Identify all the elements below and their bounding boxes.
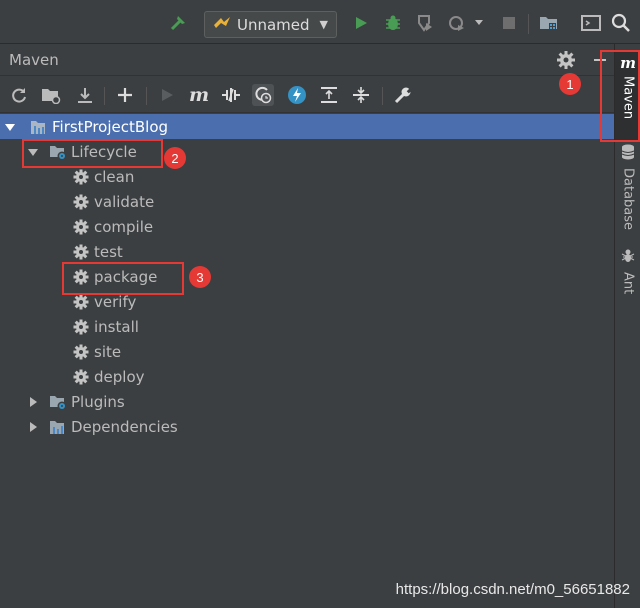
search-icon[interactable] [610,12,632,34]
right-tool-window-bar: m Maven Database Ant [600,44,640,608]
project-structure-icon[interactable] [538,12,560,34]
goal-label: deploy [94,367,145,386]
collapse-all-icon[interactable] [350,84,372,106]
gear-icon [72,168,90,186]
chevron-down-icon: ▼ [319,18,328,31]
maven-toolbar: m [0,77,614,113]
run-config-label: Unnamed [237,15,310,34]
tree-item-project[interactable]: FirstProjectBlog [0,114,614,139]
debug-icon[interactable] [382,12,404,34]
gear-icon [72,243,90,261]
tree-item-dependencies[interactable]: Dependencies [0,414,614,439]
main-toolbar: Unnamed ▼ [0,0,640,44]
plugins-label: Plugins [71,392,125,411]
expand-arrow-icon[interactable] [4,121,16,133]
tab-database[interactable]: Database [615,144,640,230]
plugins-folder-icon [49,393,67,411]
annotation-badge-2: 2 [164,147,186,169]
gear-icon [72,368,90,386]
goal-label: clean [94,167,135,186]
tree-item-goal-site[interactable]: site [0,339,614,364]
annotation-box-maven-tab [600,50,640,142]
goal-label: validate [94,192,155,211]
tree-item-plugins[interactable]: Plugins [0,389,614,414]
gear-icon [72,318,90,336]
annotation-badge-3: 3 [189,266,211,288]
generate-sources-icon[interactable] [40,84,62,106]
toggle-offline-icon[interactable] [220,84,242,106]
goal-label: verify [94,292,137,311]
tree-item-goal-compile[interactable]: compile [0,214,614,239]
run-configuration-select[interactable]: Unnamed ▼ [204,11,337,38]
maven-module-icon [30,118,48,136]
tree-item-goal-install[interactable]: install [0,314,614,339]
gear-icon [72,218,90,236]
tree-item-goal-test[interactable]: test [0,239,614,264]
watermark-text: https://blog.csdn.net/m0_56651882 [395,581,630,598]
maven-panel-header: Maven [0,44,614,76]
goal-label: install [94,317,139,336]
dependencies-label: Dependencies [71,417,178,436]
tree-item-goal-validate[interactable]: validate [0,189,614,214]
coverage-icon[interactable] [414,12,436,34]
skip-tests-icon[interactable] [252,84,274,106]
ant-icon [621,248,635,268]
gear-icon [72,343,90,361]
reload-icon[interactable] [8,84,30,106]
tab-ant-label: Ant [620,272,636,295]
gear-icon[interactable] [556,50,576,70]
project-name: FirstProjectBlog [52,117,169,136]
expand-all-icon[interactable] [318,84,340,106]
profile-icon[interactable] [446,12,468,34]
goal-label: site [94,342,122,361]
execute-goal-icon[interactable]: m [188,84,210,106]
annotation-box-lifecycle [22,139,163,168]
build-hammer-icon[interactable] [168,12,190,34]
settings-wrench-icon[interactable] [392,84,414,106]
tree-item-goal-deploy[interactable]: deploy [0,364,614,389]
run-icon[interactable] [350,12,372,34]
terminal-icon[interactable] [580,12,602,34]
tab-ant[interactable]: Ant [615,248,640,298]
run-maven-icon[interactable] [156,84,178,106]
tab-database-label: Database [620,168,636,231]
maven-panel-title: Maven [9,51,59,69]
gear-icon [72,193,90,211]
stop-icon[interactable] [498,12,520,34]
dependencies-folder-icon [49,418,67,436]
gear-icon [72,293,90,311]
database-icon [621,144,635,164]
collapsed-arrow-icon[interactable] [27,421,39,433]
add-icon[interactable] [114,84,136,106]
show-dependencies-icon[interactable] [286,84,308,106]
collapsed-arrow-icon[interactable] [27,396,39,408]
run-config-icon [213,16,231,34]
profile-dropdown-icon[interactable] [472,12,486,34]
annotation-box-package [62,262,184,295]
goal-label: compile [94,217,154,236]
goal-label: test [94,242,123,261]
annotation-badge-1: 1 [559,73,581,95]
maven-tool-window: Maven m FirstProjectBlog Lifecycle Plugi… [0,44,614,608]
download-icon[interactable] [74,84,96,106]
